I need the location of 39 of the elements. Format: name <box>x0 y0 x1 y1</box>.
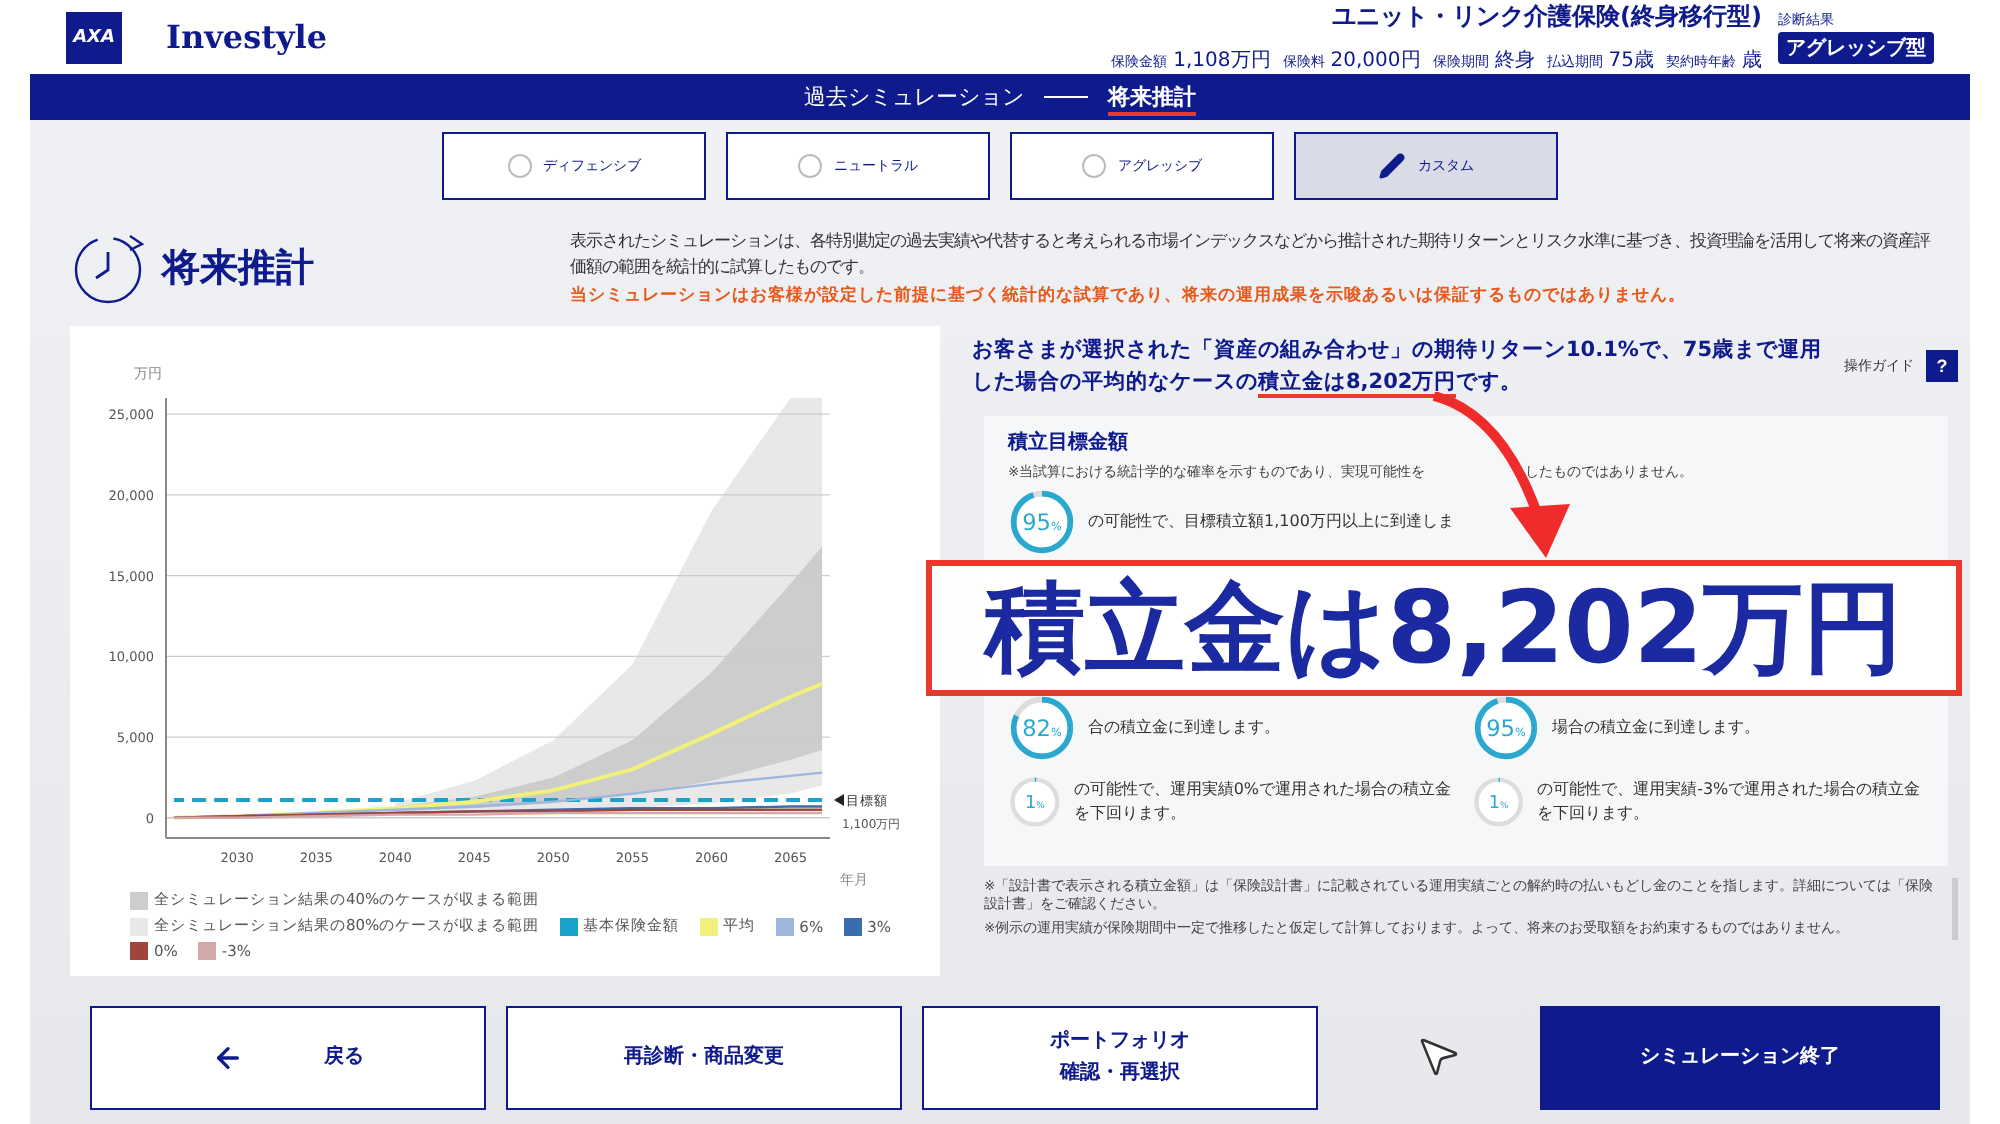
back-arrow-icon <box>212 1042 244 1074</box>
zoom-callout: 積立金は8,202万円 <box>926 560 1962 696</box>
nav-button[interactable]: 再診断・商品変更 <box>506 1006 902 1110</box>
result-badge: アグレッシブ型 <box>1778 32 1934 64</box>
summary-text: お客さまが選択された「資産の組み合わせ」の期待リターン10.1%で、75歳まで運用した場合の平均的なケースの積立金は8,202万円です。 <box>972 335 1825 400</box>
target-marker-icon <box>834 794 844 807</box>
legend-swatch <box>699 917 718 935</box>
stat-text: 場合の積立金に到達します。 <box>1552 715 1760 739</box>
stat-text: の可能性で、目標積立額1,100万円以上に到達しま <box>1088 509 1454 533</box>
legend-swatch <box>130 942 148 960</box>
warning-text: 当シミュレーションはお客様が設定した前提に基づく統計的な試算であり、将来の運用成果を示唆あるいは保証するものではありません。 <box>570 283 1688 308</box>
card-title: 積立目標金額 <box>1008 428 1130 456</box>
nav-tab[interactable]: 将来推計 <box>1108 78 1196 116</box>
stat-text: 合の積立金に到達します。 <box>1088 715 1280 739</box>
nav-button[interactable]: 戻る <box>90 1006 486 1110</box>
description-text: 表示されたシミュレーションは、各特別勘定の過去実績や代替すると考えられる市場インデックスなどから推計された期待リターンとリスク水準に基づき、投資理論を活用して将来の資産評価額の範囲を統計的に試算したものです。 <box>570 228 1933 278</box>
legend-swatch <box>197 942 216 960</box>
legend-swatch <box>843 917 862 935</box>
detail-value: 終身 <box>1494 50 1535 72</box>
product-name: ユニット・リンク介護保険(終身移行型) <box>1332 0 1762 34</box>
stat-text: の可能性で、運用実績0%で運用された場合の積立金を下回ります。 <box>1073 777 1454 825</box>
pencil-icon <box>1378 151 1406 179</box>
section-heading: 将来推計 <box>162 244 314 294</box>
detail-value: 20,000円 <box>1330 50 1421 72</box>
radio-icon <box>1082 153 1106 177</box>
detail-value: 75歳 <box>1608 50 1654 72</box>
detail-value: 歳 <box>1742 50 1762 72</box>
legend-swatch <box>559 917 578 935</box>
nav-tab[interactable]: 過去シミュレーション <box>804 78 1024 116</box>
stat-text: の可能性で、運用実績-3%で運用された場合の積立金を下回ります。 <box>1537 777 1923 825</box>
nav-button[interactable]: ポートフォリオ 確認・再選択 <box>922 1006 1318 1110</box>
radio-icon <box>507 153 531 177</box>
legend-swatch <box>775 917 794 935</box>
logo: AXA <box>66 11 122 63</box>
help-button[interactable]: ? <box>1926 350 1958 383</box>
nav-button[interactable]: シミュレーション終了 <box>1540 1006 1940 1110</box>
brand-name: Investyle <box>166 18 328 56</box>
radio-icon <box>798 153 822 177</box>
detail-value: 1,108万円 <box>1173 50 1271 72</box>
